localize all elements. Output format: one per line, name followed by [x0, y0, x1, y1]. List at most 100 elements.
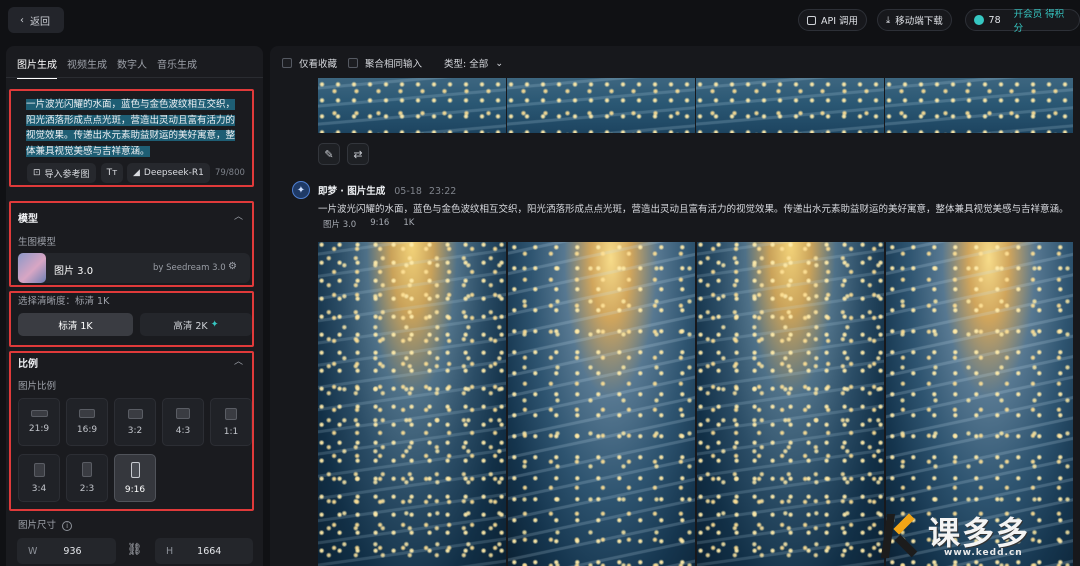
link-icon[interactable]: ⛓	[127, 542, 142, 556]
watermark-url: www.kedd.cn	[944, 548, 1023, 558]
sliders-icon[interactable]: ⚙	[228, 261, 237, 272]
merge-label: 聚合相同输入	[365, 59, 423, 70]
entry-prompt: 一片波光闪耀的水面，蓝色与金色波纹相互交织，阳光洒落形成点点光斑，营造出灵动且富…	[318, 204, 1069, 215]
pencil-icon: ✎	[324, 147, 334, 161]
ratio-3-2[interactable]: 3:2	[114, 398, 156, 446]
mobile-download-button[interactable]: ⤓ 移动端下载	[877, 9, 952, 31]
merge-filter[interactable]: 聚合相同输入	[348, 56, 422, 70]
model-name: 图片 3.0	[54, 266, 94, 277]
tab-video[interactable]: 视频生成	[67, 56, 107, 79]
type-filter-label: 类型: 全部	[444, 59, 489, 70]
deepseek-label: Deepseek-R1	[143, 168, 204, 178]
previous-image-2[interactable]	[507, 78, 695, 133]
width-label: W	[28, 545, 38, 557]
ratio-section-title: 比例	[18, 359, 38, 370]
points-icon	[974, 15, 984, 25]
ratio-4-3[interactable]: 4:3	[162, 398, 204, 446]
height-value: 1664	[197, 545, 222, 557]
ratio-16-9-label: 16:9	[76, 425, 98, 435]
result-image-1[interactable]	[318, 242, 506, 566]
result-image-3[interactable]	[697, 242, 884, 566]
ratio-1-1-label: 1:1	[223, 426, 239, 437]
import-reference-button[interactable]: ⊡ 导入参考图	[27, 163, 96, 183]
result-image-2[interactable]	[508, 242, 695, 566]
back-button[interactable]: ‹ 返回	[8, 7, 64, 33]
sidebar: 图片生成 视频生成 数字人 音乐生成 一片波光闪耀的水面，蓝色与金色波纹相互交织…	[6, 46, 263, 566]
ratio-9-16[interactable]: 9:16	[114, 454, 156, 502]
text-style-button[interactable]: Tт	[101, 163, 123, 183]
quality-1k-button[interactable]: 标清 1K	[18, 313, 133, 336]
previous-image-1[interactable]	[318, 78, 506, 133]
tab-digital-human[interactable]: 数字人	[117, 56, 147, 79]
text-icon: Tт	[106, 168, 118, 178]
model-provider: by Seedream 3.0	[153, 263, 226, 273]
model-thumbnail	[18, 253, 46, 283]
type-filter[interactable]: 类型: 全部 ⌄	[444, 56, 504, 71]
model-section-title: 模型	[18, 214, 38, 225]
ratio-21-9-label: 21:9	[28, 424, 50, 434]
ratio-2-3-icon	[82, 462, 92, 477]
tab-music[interactable]: 音乐生成	[157, 56, 197, 79]
collapse-ratio-icon[interactable]: ︿	[234, 354, 243, 367]
api-button[interactable]: API 调用	[798, 9, 868, 31]
tab-divider	[6, 77, 263, 78]
k-logo-icon	[880, 510, 918, 560]
height-field[interactable]: H 1664	[155, 538, 253, 564]
ratio-9-16-icon	[130, 461, 140, 478]
ratio-sublabel: 图片比例	[18, 381, 57, 392]
ratio-2-3-label: 2:3	[79, 484, 95, 494]
top-bar: ‹ 返回 API 调用 ⤓ 移动端下载 78 开会员 得积分	[0, 0, 1080, 40]
info-icon[interactable]: i	[62, 521, 73, 531]
ratio-2-3[interactable]: 2:3	[66, 454, 108, 502]
points-value: 78	[988, 14, 1001, 26]
points-button[interactable]: 78 开会员 得积分	[965, 9, 1080, 34]
quality-label: 选择清晰度：标清 1K	[18, 296, 110, 307]
ratio-3-2-icon	[127, 408, 143, 419]
back-label: 返回	[30, 16, 50, 28]
entry-author: 即梦 · 图片生成	[318, 186, 386, 197]
regenerate-button[interactable]: ⇄	[347, 143, 369, 165]
api-label: API 调用	[821, 16, 859, 27]
previous-image-3[interactable]	[696, 78, 884, 133]
prompt-text: 一片波光闪耀的水面，蓝色与金色波纹相互交织，阳光洒落形成点点光斑，营造出灵动且富…	[26, 99, 236, 157]
import-reference-label: 导入参考图	[44, 169, 90, 180]
whale-icon: ◢	[133, 168, 140, 178]
favorites-checkbox[interactable]	[282, 58, 292, 68]
edit-button[interactable]: ✎	[318, 143, 340, 165]
quality-2k-button[interactable]: 高清 2K ✦	[140, 313, 252, 336]
jimeng-avatar-icon: ✦	[292, 181, 310, 199]
width-value: 936	[63, 545, 82, 557]
prompt-input[interactable]: 一片波光闪耀的水面，蓝色与金色波纹相互交织，阳光洒落形成点点光斑，营造出灵动且富…	[26, 97, 237, 159]
ratio-21-9-icon	[30, 410, 48, 417]
tag-ratio: 9:16	[370, 218, 390, 228]
char-count: 79/800	[215, 168, 245, 178]
entry-tags: 图片 3.0 9:16 1K	[320, 217, 417, 231]
ratio-9-16-label: 9:16	[124, 484, 146, 495]
ratio-21-9[interactable]: 21:9	[18, 398, 60, 446]
tag-quality: 1K	[403, 218, 415, 228]
merge-checkbox[interactable]	[348, 58, 358, 68]
quality-1k-label: 标清 1K	[58, 320, 93, 332]
chevron-down-icon: ⌄	[495, 57, 504, 69]
ratio-16-9[interactable]: 16:9	[66, 398, 108, 446]
ratio-4-3-label: 4:3	[175, 426, 191, 436]
refresh-icon: ⇄	[353, 147, 363, 161]
chevron-left-icon: ‹	[20, 14, 24, 26]
deepseek-button[interactable]: ◢ Deepseek-R1	[127, 163, 210, 183]
width-field[interactable]: W 936	[17, 538, 116, 564]
model-sublabel: 生图模型	[18, 237, 57, 248]
size-label: 图片尺寸	[18, 520, 57, 531]
collapse-model-icon[interactable]: ︿	[234, 209, 243, 222]
height-label: H	[166, 545, 174, 557]
previous-image-4[interactable]	[885, 78, 1073, 133]
ratio-3-4[interactable]: 3:4	[18, 454, 60, 502]
ratio-1-1[interactable]: 1:1	[210, 398, 252, 446]
sparkle-icon: ✦	[210, 319, 219, 330]
model-selector[interactable]: 图片 3.0 by Seedream 3.0 ⚙	[17, 253, 250, 283]
ratio-16-9-icon	[79, 409, 95, 418]
entry-date: 05-18	[394, 186, 422, 197]
tab-image[interactable]: 图片生成	[17, 56, 57, 79]
results-panel: 仅看收藏 聚合相同输入 类型: 全部 ⌄ ✎ ⇄ ✦ 即梦 · 图片生成 05-…	[270, 46, 1080, 566]
image-add-icon: ⊡	[33, 168, 41, 178]
favorites-filter[interactable]: 仅看收藏	[282, 56, 337, 70]
